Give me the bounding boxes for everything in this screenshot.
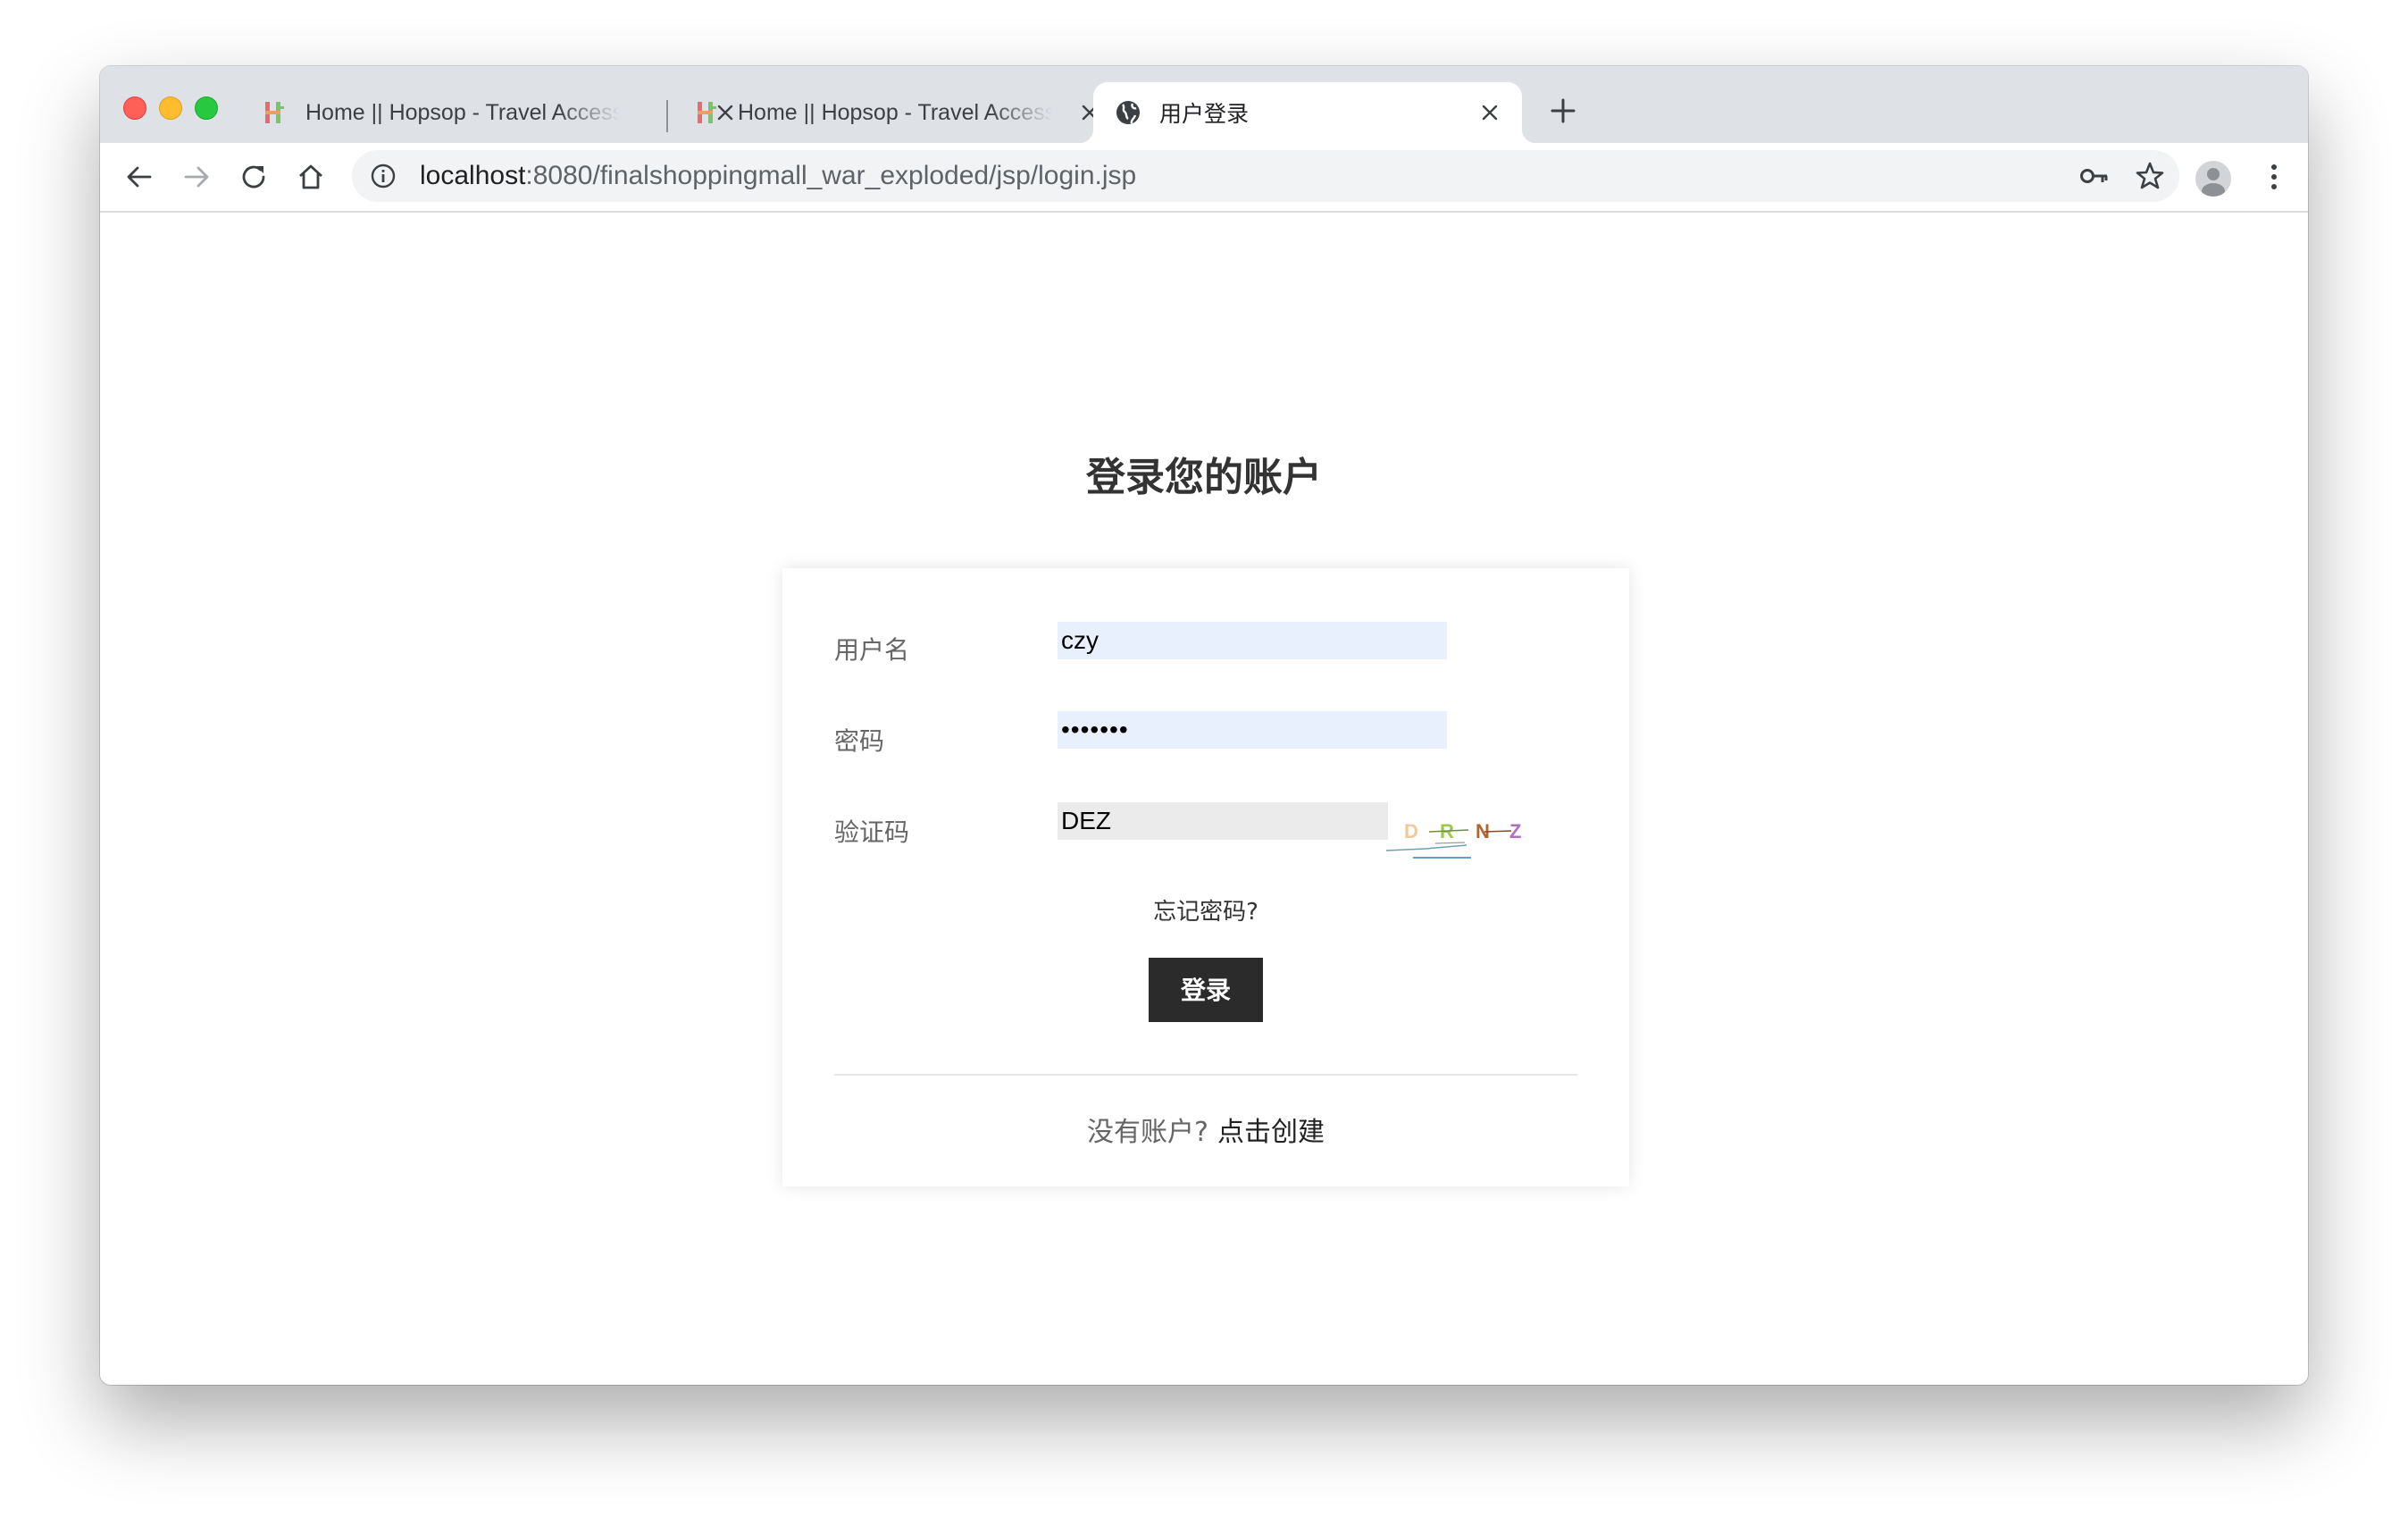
captcha-image[interactable]: D R N Z xyxy=(1386,806,1529,863)
forgot-password-link[interactable]: 忘记密码? xyxy=(782,893,1629,926)
tab-divider xyxy=(666,100,668,132)
page-title: 登录您的账户 xyxy=(1086,455,1322,500)
home-icon[interactable] xyxy=(295,161,327,193)
new-tab-icon[interactable] xyxy=(1549,96,1577,125)
password-label: 密码 xyxy=(834,726,885,756)
create-account-link[interactable]: 点击创建 xyxy=(1217,1117,1325,1148)
key-icon[interactable] xyxy=(2079,164,2110,188)
reload-icon[interactable] xyxy=(238,161,270,193)
close-tab-icon[interactable] xyxy=(1477,100,1502,125)
close-window-button[interactable] xyxy=(123,96,146,120)
hopsop-favicon-icon xyxy=(698,102,716,123)
password-input[interactable]: ••••••• xyxy=(1058,711,1447,749)
hopsop-favicon-icon xyxy=(265,102,284,123)
captcha-input[interactable] xyxy=(1058,802,1388,840)
star-bookmark-icon[interactable] xyxy=(2135,161,2165,191)
back-arrow-icon[interactable] xyxy=(123,161,155,193)
divider xyxy=(834,1074,1577,1076)
signup-row: 没有账户? 点击创建 xyxy=(782,1110,1629,1149)
tab-title: Home || Hopsop - Travel Accessories xyxy=(305,99,620,125)
tab-title: 用户登录 xyxy=(1159,102,1250,127)
url-path: :8080/finalshoppingmall_war_exploded/jsp… xyxy=(525,161,1137,190)
tab-login-active[interactable]: 用户登录 xyxy=(1079,82,1536,143)
address-bar[interactable]: localhost:8080/finalshoppingmall_war_exp… xyxy=(352,150,2179,202)
forward-arrow-icon[interactable] xyxy=(180,161,213,193)
url-host: localhost xyxy=(420,161,526,190)
menu-dots-icon[interactable] xyxy=(2265,161,2283,193)
captcha-char: Z xyxy=(1509,820,1521,842)
tab-hopsop-1[interactable]: Home || Hopsop - Travel Accessories xyxy=(261,82,757,143)
zoom-window-button[interactable] xyxy=(195,96,218,120)
login-form-card: 用户名 密码 ••••••• 验证码 D R N Z 忘记密码? 登录 xyxy=(782,568,1629,1186)
profile-avatar-icon[interactable] xyxy=(2195,161,2231,197)
globe-icon xyxy=(1116,101,1140,124)
login-button[interactable]: 登录 xyxy=(1149,958,1263,1022)
tab-hopsop-2[interactable]: Home || Hopsop - Travel Accessories xyxy=(693,82,1122,143)
url-text: localhost:8080/finalshoppingmall_war_exp… xyxy=(420,150,1136,202)
username-input[interactable] xyxy=(1058,622,1447,659)
browser-toolbar: localhost:8080/finalshoppingmall_war_exp… xyxy=(100,143,2308,213)
captcha-char: D xyxy=(1404,820,1418,842)
tab-title: Home || Hopsop - Travel Accessories xyxy=(738,99,1052,125)
captcha-label: 验证码 xyxy=(834,817,910,847)
page-content: 登录您的账户 用户名 密码 ••••••• 验证码 D R N Z 忘记密码? … xyxy=(100,213,2308,1385)
username-label: 用户名 xyxy=(834,635,910,665)
minimize-window-button[interactable] xyxy=(159,96,182,120)
browser-window: Home || Hopsop - Travel Accessories Home… xyxy=(100,66,2308,1385)
tab-strip: Home || Hopsop - Travel Accessories Home… xyxy=(100,66,2308,143)
info-icon[interactable] xyxy=(370,163,397,189)
no-account-text: 没有账户? xyxy=(1087,1117,1208,1148)
